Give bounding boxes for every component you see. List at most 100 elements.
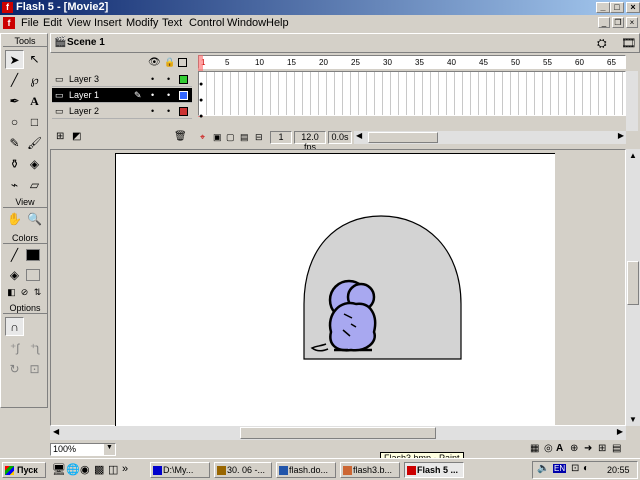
paint-bucket-tool-icon[interactable]: ◈	[25, 155, 44, 174]
arrow-tool-icon[interactable]: ➤	[5, 50, 24, 69]
onion-outline-icon[interactable]: ▢	[226, 132, 235, 143]
smooth-icon[interactable]: ⁺ʃ	[5, 339, 24, 358]
layer-outline-color[interactable]	[179, 107, 188, 116]
speaker-icon[interactable]: 🔈	[537, 463, 549, 474]
menu-file[interactable]: File	[21, 17, 39, 29]
task-button-active[interactable]: Flash 5 ...	[404, 462, 464, 478]
layer-outline-color[interactable]	[179, 91, 188, 100]
language-indicator[interactable]: EN	[553, 464, 567, 473]
task-button[interactable]: D:\My...	[150, 462, 210, 478]
library-icon[interactable]: ▤	[612, 443, 621, 454]
actions-panel-icon[interactable]: ➜	[584, 443, 592, 454]
straighten-icon[interactable]: ⁺ʅ	[25, 339, 44, 358]
media-icon[interactable]: ▩	[94, 463, 104, 476]
delete-layer-icon[interactable]: 🗑	[174, 131, 187, 142]
menu-view[interactable]: View	[67, 17, 91, 29]
line-tool-icon[interactable]: ╱	[5, 71, 24, 90]
snap-magnet-icon[interactable]: ∩	[5, 317, 24, 336]
edit-scene-icon[interactable]: 🎞	[621, 36, 636, 50]
lock-dot[interactable]: •	[167, 72, 170, 86]
edit-symbols-icon[interactable]: ⛭	[597, 36, 607, 51]
no-color-icon[interactable]: ⊘	[19, 287, 30, 298]
edit-multiple-icon[interactable]: ▤	[240, 132, 249, 143]
menu-control[interactable]: Control	[189, 17, 224, 29]
movie-explorer-icon[interactable]: ⊞	[598, 443, 606, 454]
visible-dot[interactable]: •	[151, 72, 154, 86]
start-button[interactable]: Пуск	[2, 462, 46, 478]
zoom-tool-icon[interactable]: 🔍	[25, 210, 44, 229]
oval-tool-icon[interactable]: ○	[5, 113, 24, 132]
visible-dot[interactable]: •	[151, 88, 154, 102]
scroll-up-arrow-icon[interactable]: ▲	[629, 151, 637, 160]
layer-row-1[interactable]: ▭ Layer 1 ✎ • •	[52, 88, 192, 103]
scroll-down-arrow-icon[interactable]: ▼	[629, 415, 637, 424]
layer-outline-color[interactable]	[179, 75, 188, 84]
frames-grid[interactable]	[198, 71, 626, 116]
explorer-icon[interactable]: 🌐	[66, 463, 80, 476]
task-button[interactable]: flash.do...	[276, 462, 336, 478]
timeline-hscroll[interactable]: ◀ ▶	[354, 131, 626, 144]
maximize-button[interactable]: □	[610, 2, 624, 13]
lock-dot[interactable]: •	[167, 88, 170, 102]
menu-edit[interactable]: Edit	[43, 17, 62, 29]
pencil-tool-icon[interactable]: ✎	[5, 134, 24, 153]
ink-bottle-tool-icon[interactable]: ⚱	[5, 155, 24, 174]
scale-icon[interactable]: ⊡	[25, 360, 44, 379]
doc-restore-button[interactable]: ❐	[612, 17, 624, 28]
menu-window[interactable]: Window	[227, 17, 266, 29]
task-button[interactable]: 30. 06 -...	[214, 462, 272, 478]
rectangle-tool-icon[interactable]: □	[25, 113, 44, 132]
scroll-left-arrow-icon[interactable]: ◀	[356, 131, 362, 140]
app-launch-icon[interactable]: ◫	[108, 463, 118, 476]
scroll-right-arrow-icon[interactable]: ▶	[617, 427, 623, 436]
eraser-tool-icon[interactable]: ▱	[25, 176, 44, 195]
frame-rate-field[interactable]: 12.0 fps	[294, 131, 326, 152]
tray-app-icon[interactable]: ◐	[583, 463, 589, 474]
subselect-tool-icon[interactable]: ↖	[25, 50, 44, 69]
swap-colors-icon[interactable]: ⇅	[32, 287, 43, 298]
lock-icon[interactable]: 🔒	[164, 57, 175, 68]
fill-panel-icon[interactable]: ▦	[530, 443, 539, 454]
stage-hscroll[interactable]: ◀ ▶	[50, 426, 626, 440]
center-frame-icon[interactable]: ⌖	[200, 132, 205, 143]
lasso-tool-icon[interactable]: ℘	[25, 71, 44, 90]
vscroll-thumb[interactable]	[627, 261, 639, 305]
onion-markers-icon[interactable]: ⊟	[255, 132, 263, 143]
doc-close-button[interactable]: ×	[626, 17, 638, 28]
network-icon[interactable]: ⊡	[571, 463, 579, 474]
desktop-icon[interactable]: 🖥	[52, 463, 66, 476]
text-tool-icon[interactable]: A	[25, 92, 44, 111]
layer-row-2[interactable]: ▭ Layer 2 • •	[52, 104, 192, 119]
quicklaunch-more-icon[interactable]: »	[122, 463, 128, 475]
mouse-hole-shape[interactable]	[303, 215, 462, 360]
minimize-button[interactable]: _	[596, 2, 610, 13]
chevron-down-icon[interactable]: ▼	[104, 444, 115, 455]
character-panel-icon[interactable]: A	[556, 443, 563, 454]
doc-minimize-button[interactable]: _	[598, 17, 610, 28]
document-icon[interactable]: f	[3, 17, 15, 29]
menu-help[interactable]: Help	[266, 17, 289, 29]
color-panel-icon[interactable]: ◎	[544, 443, 553, 454]
instance-panel-icon[interactable]: ⊕	[570, 443, 578, 454]
visible-dot[interactable]: •	[151, 104, 154, 118]
menu-text[interactable]: Text	[162, 17, 182, 29]
close-button[interactable]: ×	[626, 2, 640, 13]
outline-icon[interactable]	[178, 58, 187, 67]
fill-color-swatch[interactable]	[26, 269, 40, 281]
stage[interactable]	[115, 153, 555, 428]
onion-skin-icon[interactable]: ▣	[213, 132, 222, 143]
insert-layer-icon[interactable]: ⊞	[56, 131, 64, 142]
scroll-right-arrow-icon[interactable]: ▶	[618, 131, 624, 140]
stroke-color-swatch[interactable]	[26, 249, 40, 261]
hand-tool-icon[interactable]: ✋	[5, 210, 24, 229]
dropper-tool-icon[interactable]: ⌁	[5, 176, 24, 195]
layer-row-3[interactable]: ▭ Layer 3 • •	[52, 72, 192, 87]
brush-tool-icon[interactable]: 🖌	[25, 134, 44, 153]
pen-tool-icon[interactable]: ✒	[5, 92, 24, 111]
eye-icon[interactable]: 👁	[148, 57, 161, 68]
scene-label[interactable]: Scene 1	[67, 37, 105, 48]
hscroll-thumb[interactable]	[240, 427, 436, 439]
timeline-vscroll[interactable]	[626, 71, 638, 131]
stage-vscroll[interactable]: ▲ ▼	[626, 149, 640, 426]
scroll-thumb[interactable]	[368, 132, 438, 143]
